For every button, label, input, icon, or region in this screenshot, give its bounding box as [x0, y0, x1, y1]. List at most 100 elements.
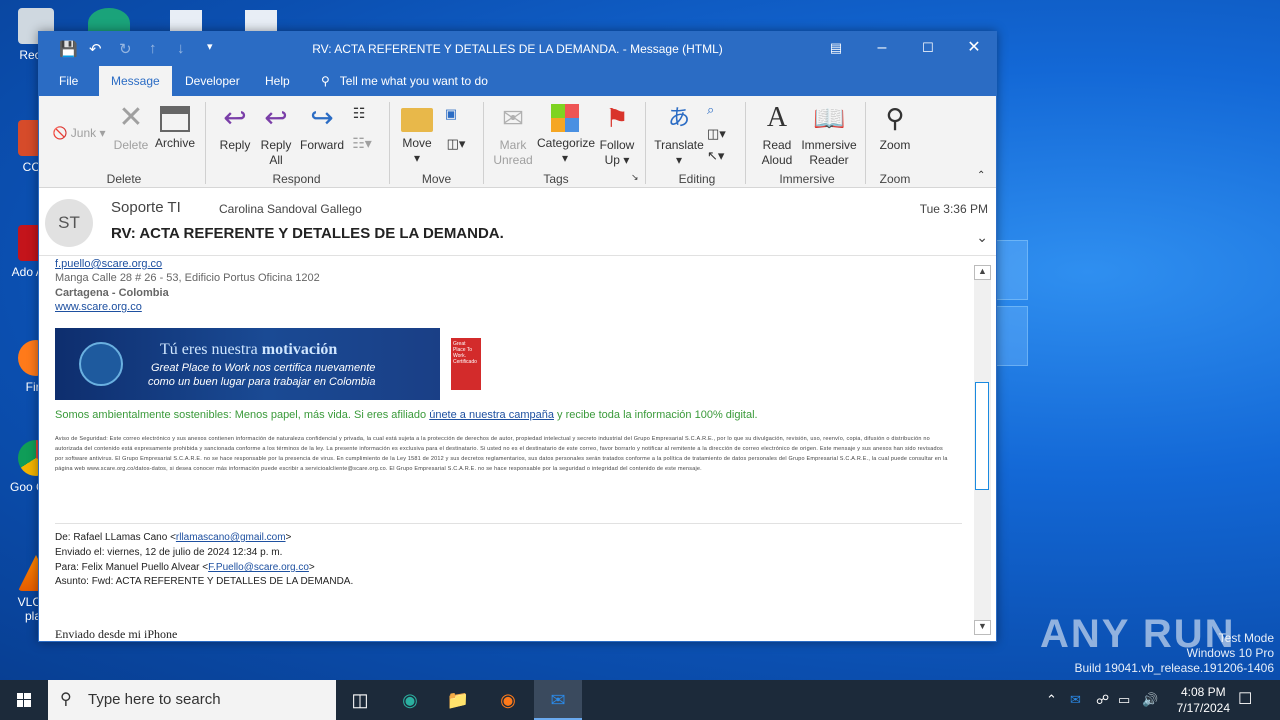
more-icon: ☷▾ [352, 135, 372, 151]
document-icon[interactable] [170, 10, 202, 32]
archive-button[interactable]: Archive [153, 102, 197, 151]
signature-website-link[interactable]: www.scare.org.co [55, 301, 142, 313]
signature-email-link[interactable]: f.puello@scare.org.co [55, 258, 162, 270]
junk-button[interactable]: 🚫 Junk ▾ [49, 126, 109, 141]
meeting-icon: ☷ [352, 105, 366, 121]
sender-name[interactable]: Soporte TI [111, 199, 181, 216]
delete-button[interactable]: ✕ Delete [113, 102, 149, 153]
more-respond-dropdown[interactable]: ☷▾ [347, 136, 377, 151]
collapse-ribbon-icon[interactable]: ⌃ [977, 168, 985, 183]
title-bar: 💾 ↶ ↻ ↑ ↓ ▾ RV: ACTA REFERENTE Y DETALLE… [39, 32, 996, 66]
envelope-icon: ✉ [502, 103, 524, 133]
taskbar: ⚲ Type here to search ◫ ◉ 📁 ◉ ✉ ⌃ ✉ ☍ ▭ … [0, 680, 1280, 720]
tab-developer[interactable]: Developer [173, 66, 252, 96]
delete-icon: ✕ [118, 101, 144, 134]
onenote-icon[interactable]: ▣ [441, 106, 461, 121]
categorize-icon [551, 104, 579, 132]
move-button[interactable]: Move ▾ [399, 102, 435, 166]
document-icon[interactable] [245, 10, 277, 32]
group-separator [205, 102, 206, 184]
find-icon[interactable]: ⌕ [707, 102, 714, 117]
group-label-tags: Tags [543, 172, 569, 186]
zoom-button[interactable]: ⚲ Zoom [873, 102, 917, 153]
to-email-link[interactable]: F.Puello@scare.org.co [208, 562, 309, 573]
windows-watermark: Test Mode Windows 10 Pro Build 19041.vb_… [1074, 631, 1275, 675]
read-aloud-icon: A [766, 102, 788, 133]
minimize-button[interactable]: – [859, 32, 905, 66]
from-email-link[interactable]: rllamascano@gmail.com [176, 532, 286, 543]
ribbon-display-options-icon[interactable]: ▤ [813, 32, 859, 66]
network-icon[interactable]: ☍ [1096, 680, 1109, 720]
tab-message[interactable]: Message [99, 66, 172, 96]
tags-dialog-launcher[interactable]: ↘ [631, 170, 639, 185]
great-place-to-work-badge: Great Place To Work. Certificado [451, 338, 481, 390]
maximize-button[interactable]: ☐ [905, 32, 951, 66]
message-body: f.puello@scare.org.co Manga Calle 28 # 2… [39, 258, 974, 638]
read-aloud-button[interactable]: A Read Aloud [753, 102, 801, 168]
follow-up-button[interactable]: ⚑ Follow Up ▾ [597, 102, 637, 168]
close-button[interactable]: ✕ [951, 32, 997, 66]
select-icon[interactable]: ◫▾ [707, 126, 726, 141]
campaign-link[interactable]: únete a nuestra campaña [429, 409, 554, 421]
signature-address: Manga Calle 28 # 26 - 53, Edificio Portu… [55, 272, 320, 284]
translate-icon: あ [667, 105, 690, 130]
chevron-down-icon[interactable]: ⌄ [976, 229, 988, 246]
iphone-signature: Enviado desde mi iPhone [55, 627, 178, 638]
outlook-tray-icon[interactable]: ✉ [1070, 680, 1081, 720]
edge-icon[interactable]: ◉ [386, 680, 434, 720]
mark-unread-button[interactable]: ✉ Mark Unread [491, 102, 535, 168]
more-respond-button[interactable]: ☷ [347, 106, 371, 121]
magnifier-icon: ⚲ [885, 103, 905, 133]
windows-start-icon [17, 693, 31, 707]
volume-icon[interactable]: 🔊 [1142, 680, 1158, 720]
scroll-up-icon[interactable]: ▲ [974, 265, 991, 280]
group-label-delete: Delete [106, 172, 142, 186]
taskbar-clock[interactable]: 4:08 PM 7/17/2024 [1177, 684, 1230, 716]
translate-button[interactable]: あ Translate ▾ [653, 102, 705, 168]
signature-city: Cartagena - Colombia [55, 287, 169, 299]
forward-to: Para: Felix Manuel Puello Alvear <F.Puel… [55, 562, 315, 573]
categorize-button[interactable]: Categorize ▾ [537, 102, 595, 166]
actions-dropdown[interactable]: ◫▾ [441, 136, 471, 151]
security-notice: Aviso de Seguridad: Este correo electrón… [55, 436, 948, 472]
sustainability-note: Somos ambientalmente sostenibles: Menos … [55, 409, 758, 421]
vertical-scrollbar[interactable]: ▲ ▼ [974, 265, 991, 635]
group-separator [745, 102, 746, 184]
immersive-reader-icon: 📖 [813, 103, 846, 133]
show-hidden-icons-icon[interactable]: ⌃ [1046, 680, 1057, 720]
task-view-icon[interactable]: ◫ [336, 680, 384, 720]
taskbar-search-box[interactable]: ⚲ Type here to search [48, 680, 336, 720]
reply-all-button[interactable]: ↩ Reply All [257, 102, 295, 168]
scroll-down-icon[interactable]: ▼ [974, 620, 991, 635]
recipient-name[interactable]: Carolina Sandoval Gallego [219, 202, 362, 216]
actions-icon: ◫▾ [446, 136, 466, 151]
notifications-icon[interactable]: ☐ [1238, 680, 1252, 720]
group-separator [483, 102, 484, 184]
tell-me-search[interactable]: ⚲ Tell me what you want to do [309, 66, 500, 96]
great-place-to-work-banner: Tú eres nuestra motivación Great Place t… [55, 328, 440, 400]
immersive-reader-button[interactable]: 📖 Immersive Reader [801, 102, 857, 168]
file-explorer-icon[interactable]: 📁 [434, 680, 482, 720]
forward-subject: Asunto: Fwd: ACTA REFERENTE Y DETALLES D… [55, 576, 354, 587]
start-button[interactable] [0, 680, 48, 720]
group-label-move: Move [421, 172, 452, 186]
cursor-icon[interactable]: ↖▾ [707, 148, 724, 163]
outlook-icon[interactable]: ✉ [534, 680, 582, 720]
scare-seal-logo [79, 342, 123, 386]
divider [55, 523, 962, 524]
display-icon[interactable]: ▭ [1118, 680, 1130, 720]
avatar[interactable]: ST [45, 199, 93, 247]
flag-icon: ⚑ [605, 103, 629, 133]
group-label-zoom: Zoom [879, 172, 911, 186]
forward-button[interactable]: ↪ Forward [299, 102, 345, 153]
scrollbar-thumb[interactable] [975, 382, 989, 490]
search-icon: ⚲ [60, 691, 72, 708]
tab-file[interactable]: File [47, 66, 90, 96]
archive-icon [160, 106, 190, 132]
group-label-editing: Editing [678, 172, 716, 186]
firefox-icon[interactable]: ◉ [484, 680, 532, 720]
outlook-message-window: 💾 ↶ ↻ ↑ ↓ ▾ RV: ACTA REFERENTE Y DETALLE… [38, 31, 997, 642]
tab-help[interactable]: Help [253, 66, 302, 96]
reply-button[interactable]: ↩ Reply [217, 102, 253, 153]
message-header: ST Soporte TI Carolina Sandoval Gallego … [39, 189, 996, 256]
